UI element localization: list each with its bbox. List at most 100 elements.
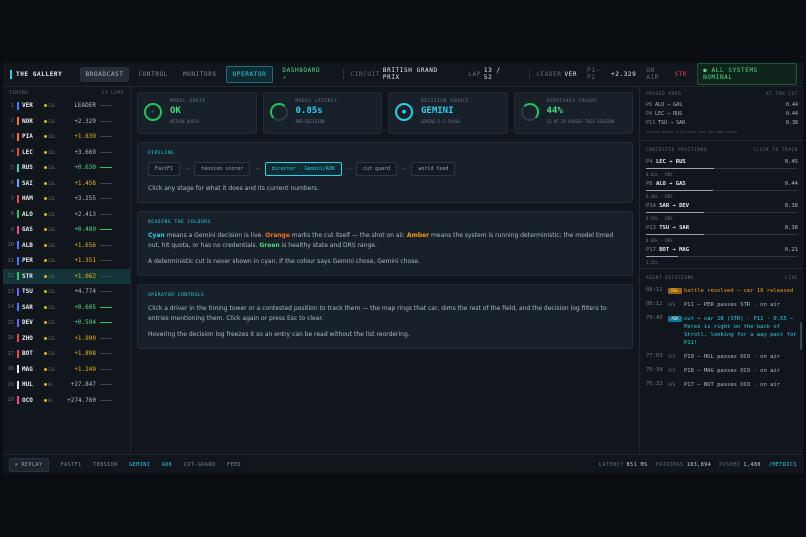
contested-gap: 0.63s · DRS <box>646 172 673 177</box>
decision-entry[interactable]: 76:33 SYS P17 — BOT passes OCO · on air <box>640 378 803 392</box>
colours-note: A deterministic cut is never shown in cy… <box>148 258 420 265</box>
tower-row-bot[interactable]: 17 BOT 13L +1.898 <box>3 346 130 362</box>
contested-row[interactable]: P13 TSU → SAR 0.38 0.60s · DRS <box>640 222 803 244</box>
tower-row-alo[interactable]: 8 ALO 13L +2.413 <box>3 207 130 223</box>
tower-row-per[interactable]: 11 PER 13L +1.351 <box>3 253 130 269</box>
latency-value: 851 MS <box>626 462 648 468</box>
text-run: marks the cut itself — the shot on air. <box>289 232 407 239</box>
pipeline-card: PIPELINE FastF1 → tension scorer → direc… <box>137 142 633 203</box>
contested-row[interactable]: P17 BOT → MAG 0.21 1.25s <box>640 244 803 266</box>
tab-monitors[interactable]: MONITORS <box>177 67 223 82</box>
decision-scrollbar[interactable] <box>800 322 802 350</box>
tyre-age: 13L <box>44 196 58 201</box>
on-air-label: ON AIR <box>646 67 659 81</box>
tower-row-tsu[interactable]: 13 TSU 13L +4.774 <box>3 284 130 300</box>
position: 9 <box>10 226 14 233</box>
contested-pair: P17 BOT → MAG <box>646 247 689 253</box>
decision-log[interactable]: 08:12 RSL battle resolved — car 18 release… <box>640 284 803 392</box>
gap-label: P1–P2 <box>587 67 600 81</box>
tower-row-ver[interactable]: 1 VER 13L LEADER <box>3 98 130 114</box>
stage-fastf1[interactable]: FastF1 <box>148 162 181 176</box>
metrics-link[interactable]: /METRICS <box>769 462 797 468</box>
decision-entry[interactable]: 79:43 ADK cut → car 18 (STR) · P11 · 0.55 … <box>640 312 803 350</box>
decision-entry[interactable]: 08:12 RSL battle resolved — car 18 release… <box>640 284 803 298</box>
gap-value: +1.990 <box>74 334 96 342</box>
passed-row[interactable]: P6 ALO → GAS 0.44 <box>640 100 803 109</box>
tyre-icon <box>44 135 47 139</box>
lap-label: LAP <box>468 70 481 78</box>
chip-cut-guard: CUT-GUARD <box>183 462 216 468</box>
tower-row-gas[interactable]: 9 GAS 13L +0.480 <box>3 222 130 238</box>
stage-tension-scorer[interactable]: tension scorer <box>194 162 251 176</box>
contested-bar-fill <box>646 212 704 213</box>
replay-button[interactable]: ⏸ REPLAY <box>9 458 49 472</box>
tower-row-hul[interactable]: 19 HUL 9L +27.847 <box>3 377 130 393</box>
pipeline-hint: Click any stage for what it does and its… <box>148 185 319 192</box>
tower-row-ham[interactable]: 7 HAM 13L +3.255 <box>3 191 130 207</box>
tab-dashboard[interactable]: DASHBOARD ↗ <box>276 63 334 85</box>
kpi-overtakes-caught[interactable]: OVERTAKES CAUGHT 44% 15 OF 34 PASSES THI… <box>513 92 633 134</box>
tower-row-mag[interactable]: 18 MAG 13L +1.249 <box>3 362 130 378</box>
kpi-model-latency[interactable]: MODEL LATENCY 0.85s PER DECISION <box>262 92 382 134</box>
contested-row[interactable]: P14 SAR → DEV 0.38 0.59s · DRS <box>640 200 803 222</box>
tyre-age: 13L <box>44 165 58 170</box>
decision-entry[interactable]: 77:03 SYS P19 — HUL passes OCO · on air <box>640 350 803 364</box>
decision-entry[interactable]: 08:12 SYS P11 — PER passes STR · on air <box>640 298 803 312</box>
tower-row-sar[interactable]: 14 SAR 13L +0.605 <box>3 300 130 316</box>
tower-row-pia[interactable]: 3 PIA 13L +1.839 <box>3 129 130 145</box>
passed-right: AT THE CUT <box>765 92 798 97</box>
passed-drivers: ALO → GAS <box>655 101 683 108</box>
driver-code: TSU <box>22 288 33 296</box>
contested-position: P17 <box>646 247 656 253</box>
contested-bar-fill <box>646 256 678 257</box>
pipeline-stages: FastF1 → tension scorer → director · Gem… <box>148 162 622 176</box>
passed-score: 0.44 <box>785 101 798 108</box>
tower-row-rus[interactable]: 5 RUS 13L +0.630 <box>3 160 130 176</box>
kpi-decision-source[interactable]: ● DECISION SOURCE GEMINI GEMINI-2.5-FLAS… <box>388 92 508 134</box>
contested-row[interactable]: P4 LEC → RUS 0.45 0.63s · DRS <box>640 156 803 178</box>
pushed-label: PUSHED <box>719 462 741 468</box>
position: 20 <box>7 397 14 404</box>
position: 12 <box>7 273 14 280</box>
position: 14 <box>7 304 14 311</box>
contested-row[interactable]: P8 ALO → GAS 0.44 0.48s · DRS <box>640 178 803 200</box>
team-color-bar <box>17 349 19 358</box>
contested-bar-fill <box>646 234 704 235</box>
chip-fastf1: FASTF1 <box>60 462 82 468</box>
stage-director[interactable]: director · Gemini/ADK <box>264 162 342 176</box>
position: 10 <box>7 242 14 249</box>
contested-bar <box>646 168 798 169</box>
passed-position: P6 <box>646 101 653 108</box>
gap-trend-icon <box>100 322 112 324</box>
decision-entry[interactable]: 76:34 SYS P18 — MAG passes OCO · on air <box>640 364 803 378</box>
tower-row-zho[interactable]: 16 ZHO 13L +1.990 <box>3 331 130 347</box>
driver-code: SAR <box>22 303 33 311</box>
tower-row-nor[interactable]: 2 NOR 13L +2.329 <box>3 114 130 130</box>
pipeline-title: PIPELINE <box>148 151 175 156</box>
decision-tag: RSL <box>668 288 682 294</box>
tab-control[interactable]: CONTROL <box>132 67 174 82</box>
kpi-sub: WITHIN QUOTA <box>170 119 199 124</box>
kpi-value: GEMINI <box>421 106 454 116</box>
tower-row-oco[interactable]: 20 OCO 9L +274.760 <box>3 393 130 409</box>
tower-row-sai[interactable]: 6 SAI 13L +1.458 <box>3 176 130 192</box>
tyre-laps: 13L <box>48 196 56 202</box>
passed-row[interactable]: P13 TSU → SAR 0.38 <box>640 118 803 127</box>
pairings-value: 103,894 <box>686 462 712 468</box>
contested-position: P14 <box>646 203 656 209</box>
tower-row-alb[interactable]: 10 ALB 13L +1.656 <box>3 238 130 254</box>
gap-value: +1.656 <box>74 241 96 249</box>
passed-row[interactable]: P4 LEC → RUS 0.44 <box>640 109 803 118</box>
kpi-model-quota[interactable]: ✓ MODEL QUOTA OK WITHIN QUOTA <box>137 92 257 134</box>
tab-operator[interactable]: OPERATOR <box>225 65 274 83</box>
quota-ring-icon: ✓ <box>144 103 162 121</box>
tower-row-lec[interactable]: 4 LEC 13L +3.669 <box>3 145 130 161</box>
tyre-laps: 13L <box>48 149 56 155</box>
tower-row-str[interactable]: 12 STR 13L +1.062 <box>3 268 130 284</box>
stage-world-feed[interactable]: world feed <box>411 162 456 176</box>
kw-green: Green <box>259 242 280 249</box>
tab-broadcast[interactable]: BROADCAST <box>79 66 130 82</box>
tower-row-dev[interactable]: 15 DEV 13L +0.594 <box>3 315 130 331</box>
stage-cut-guard[interactable]: cut guard <box>356 162 398 176</box>
contested-top: P14 SAR → DEV 0.38 <box>646 203 798 209</box>
